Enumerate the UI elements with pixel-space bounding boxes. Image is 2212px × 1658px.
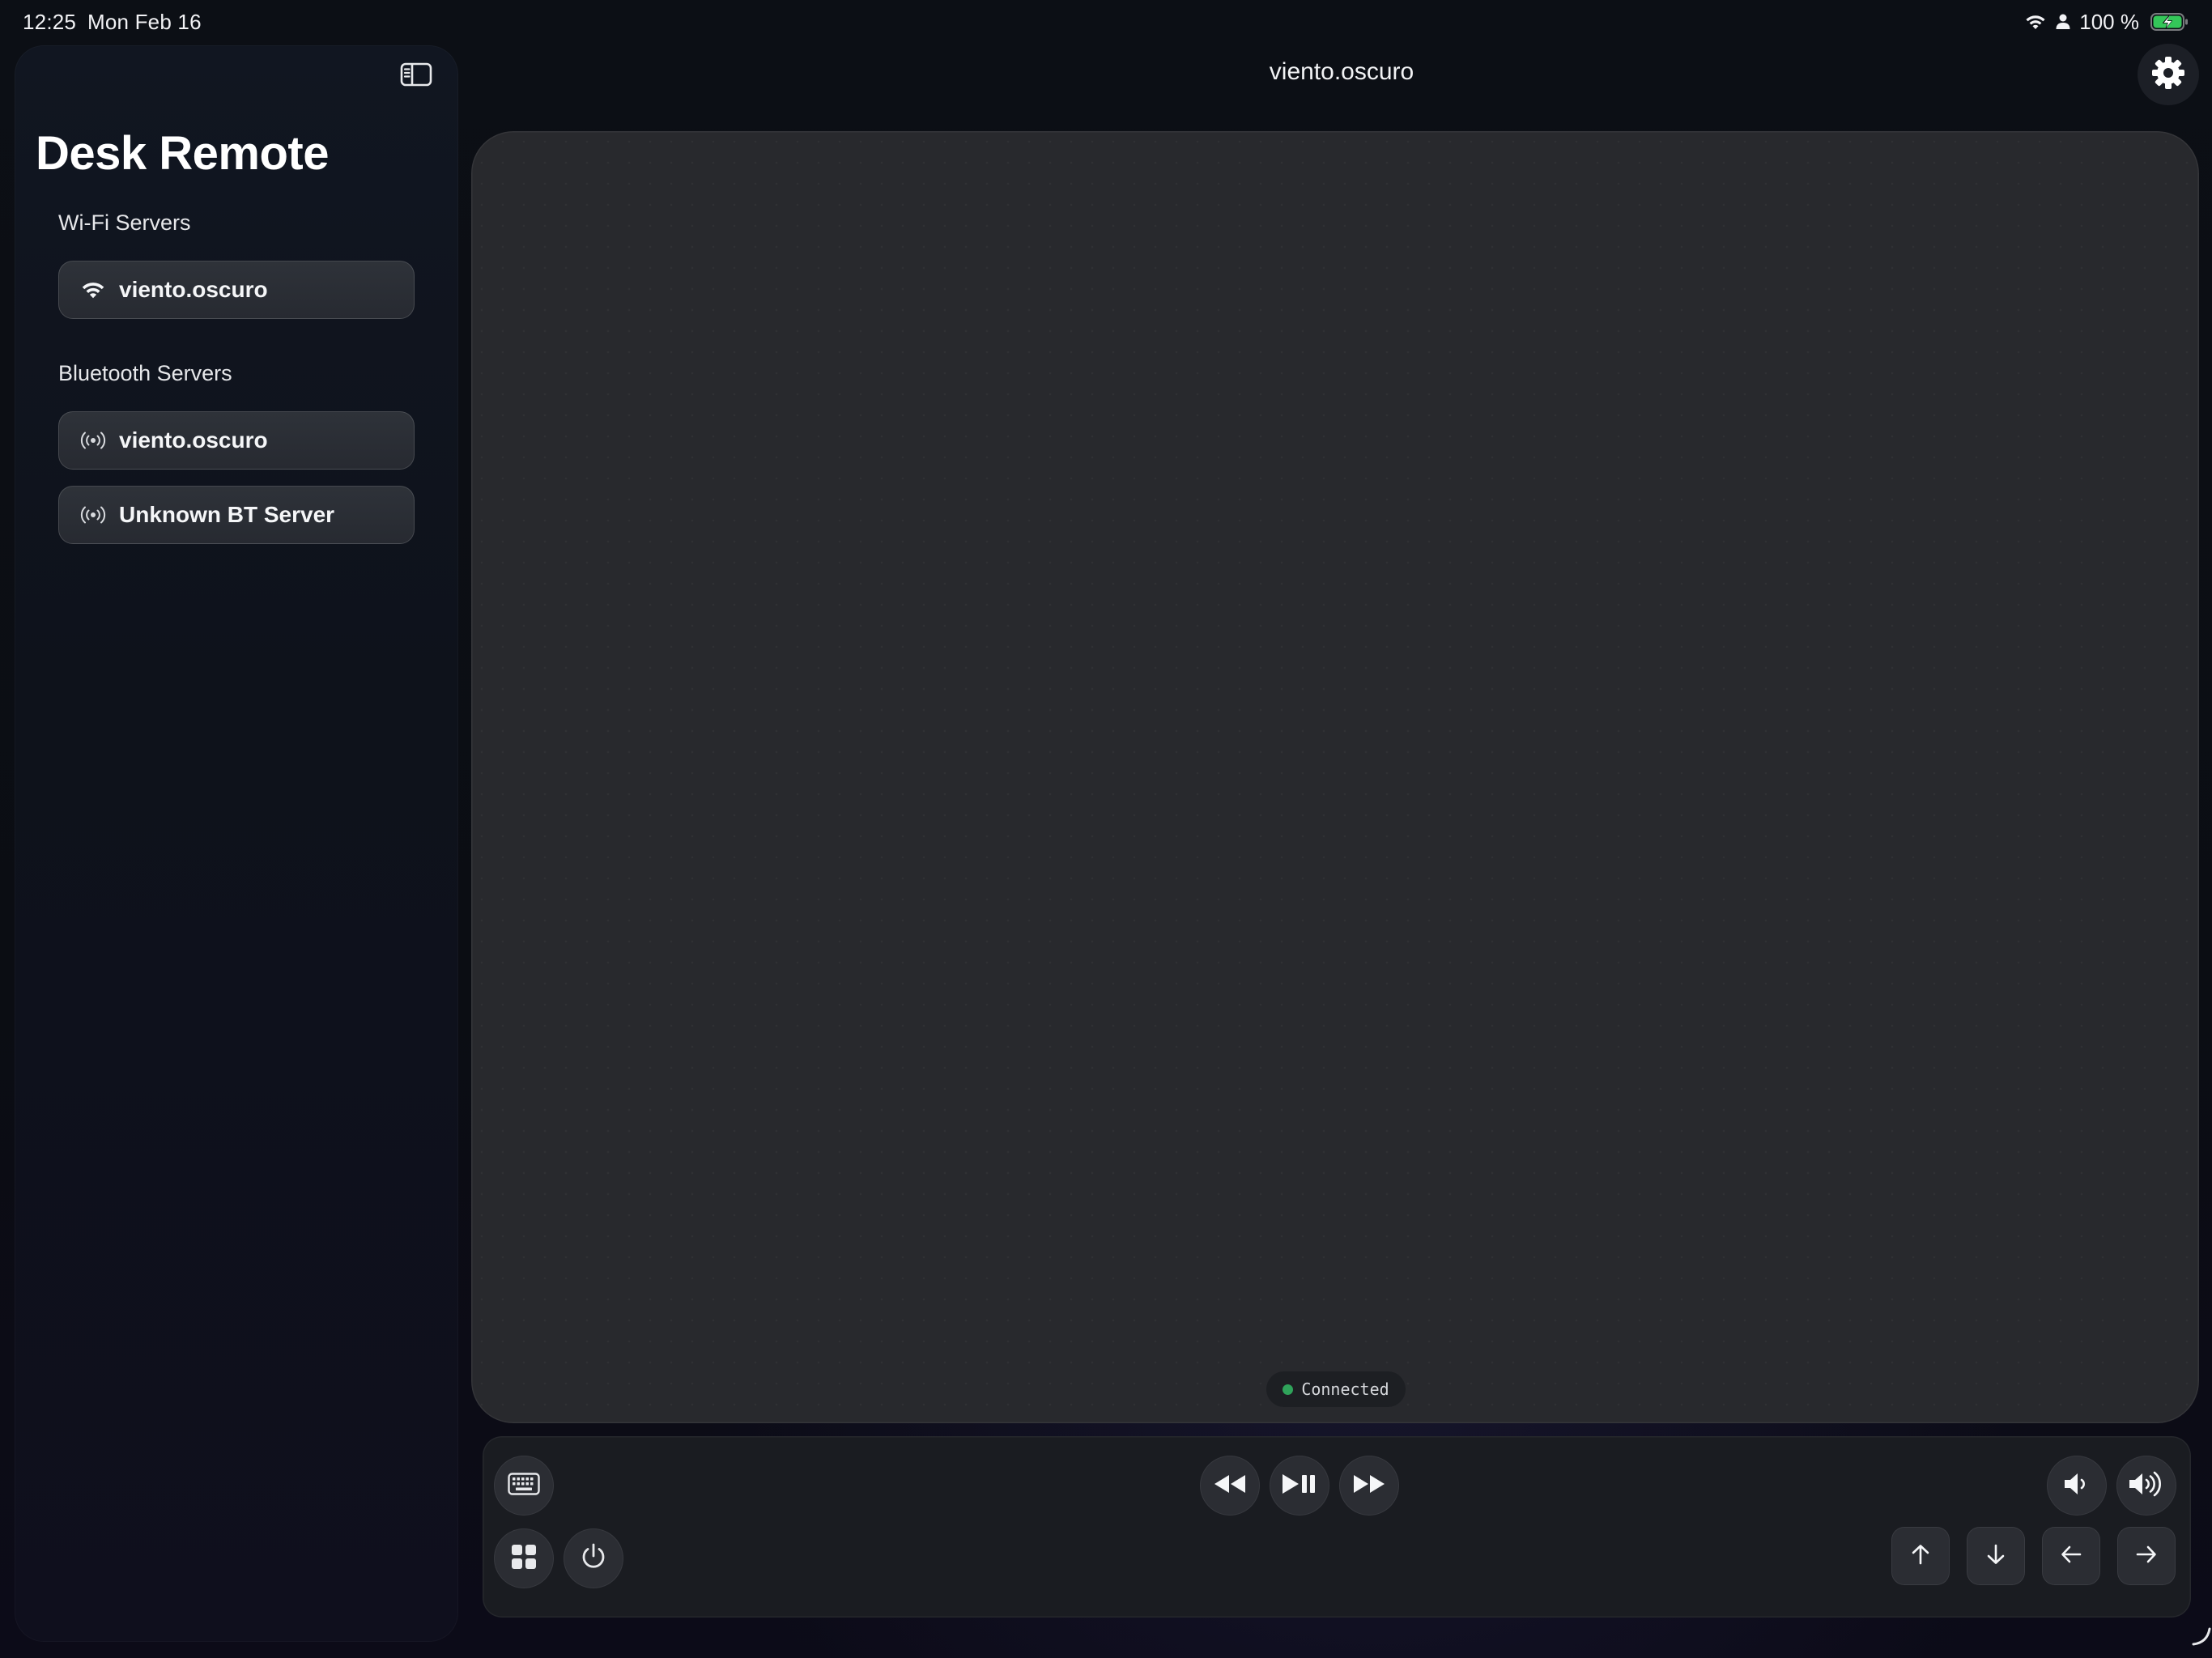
keyboard-icon: [508, 1472, 540, 1499]
broadcast-icon: [77, 499, 109, 531]
sidebar-toggle-button[interactable]: [397, 60, 436, 92]
volume-down-button[interactable]: [2047, 1456, 2107, 1516]
bluetooth-servers-heading: Bluetooth Servers: [58, 361, 232, 385]
status-indicators: 100 %: [2024, 8, 2189, 36]
trackpad-surface[interactable]: [471, 131, 2199, 1423]
wifi-icon: [2024, 13, 2047, 31]
sidebar: Desk Remote Wi-Fi Servers viento.oscuro …: [15, 45, 458, 1642]
volume-up-button[interactable]: [2116, 1456, 2176, 1516]
fast-forward-icon: [1352, 1473, 1386, 1499]
status-time: 12:25: [23, 10, 77, 34]
arrow-right-button[interactable]: [2117, 1527, 2176, 1585]
rewind-icon: [1213, 1473, 1247, 1499]
arrow-down-button[interactable]: [1967, 1527, 2025, 1585]
gear-icon: [2150, 55, 2186, 95]
play-pause-button[interactable]: [1270, 1456, 1329, 1516]
apps-grid-button[interactable]: [494, 1528, 554, 1588]
broadcast-icon: [77, 424, 109, 457]
bluetooth-server-label: viento.oscuro: [119, 427, 268, 453]
play-pause-icon: [1281, 1473, 1318, 1499]
wifi-icon: [77, 274, 109, 306]
person-icon: [2055, 13, 2071, 31]
fast-forward-button[interactable]: [1339, 1456, 1399, 1516]
connection-status-badge: Connected: [1266, 1371, 1406, 1407]
app-title: Desk Remote: [36, 127, 329, 180]
rewind-button[interactable]: [1200, 1456, 1260, 1516]
keyboard-button[interactable]: [494, 1456, 554, 1516]
volume-down-icon: [2062, 1471, 2091, 1501]
screen: 12:25 Mon Feb 16 100 % Desk Remote Wi-Fi…: [0, 0, 2212, 1658]
bluetooth-server-item[interactable]: viento.oscuro: [58, 411, 415, 470]
volume-up-icon: [2128, 1470, 2165, 1502]
settings-button[interactable]: [2138, 44, 2199, 105]
status-bar: 12:25 Mon Feb 16 100 %: [0, 0, 2212, 44]
arrow-up-button[interactable]: [1891, 1527, 1950, 1585]
grid-icon: [511, 1544, 537, 1574]
power-icon: [579, 1542, 608, 1575]
battery-charging-icon: [2150, 12, 2189, 32]
arrow-down-icon: [1984, 1543, 2007, 1570]
status-dot-icon: [1283, 1384, 1294, 1395]
arrow-up-icon: [1909, 1543, 1932, 1570]
bluetooth-server-label: Unknown BT Server: [119, 502, 335, 527]
wifi-server-label: viento.oscuro: [119, 277, 268, 302]
control-bar: [483, 1436, 2191, 1618]
power-button[interactable]: [564, 1528, 623, 1588]
window-title: viento.oscuro: [1269, 58, 1414, 85]
arrow-left-icon: [2060, 1543, 2082, 1570]
sidebar-toggle-icon: [400, 62, 432, 91]
battery-percent: 100 %: [2079, 9, 2139, 34]
arrow-right-icon: [2135, 1543, 2158, 1570]
connection-status-text: Connected: [1301, 1380, 1389, 1399]
status-date: Mon Feb 16: [87, 10, 202, 34]
wifi-server-item[interactable]: viento.oscuro: [58, 261, 415, 319]
arrow-left-button[interactable]: [2042, 1527, 2100, 1585]
corner-resize-icon: [2191, 1626, 2212, 1647]
bluetooth-server-item[interactable]: Unknown BT Server: [58, 486, 415, 544]
wifi-servers-heading: Wi-Fi Servers: [58, 210, 191, 235]
